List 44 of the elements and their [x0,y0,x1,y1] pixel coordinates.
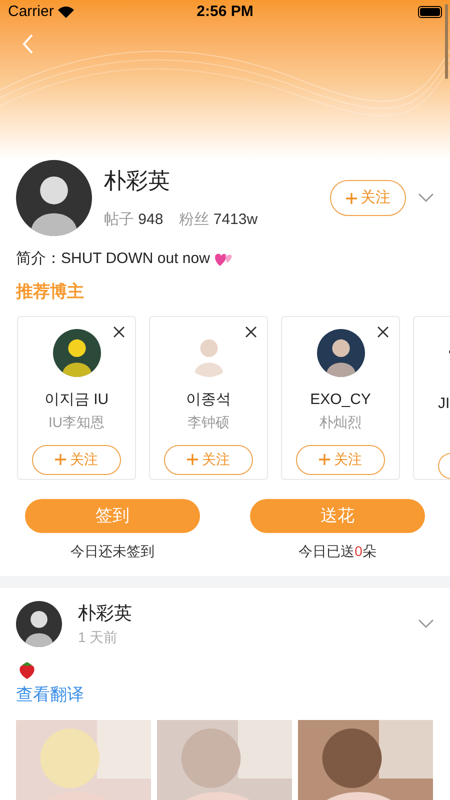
action-caption: 今日还未签到 [70,542,154,561]
chevron-down-icon[interactable] [418,618,434,630]
recommended-card[interactable]: 이종석 李钟硕 关注 [149,316,268,480]
follow-button[interactable]: 关注 [330,180,406,216]
fans-count: 粉丝 7413w [179,210,258,230]
blogger-name: 이지금 IU [44,390,109,410]
chevron-down-icon[interactable] [418,192,434,204]
battery-icon [418,6,442,18]
blogger-name: EXO_CY [310,390,371,410]
action-button[interactable]: 送花 [250,499,425,533]
plus-icon [319,454,330,465]
plus-icon [346,192,356,204]
follow-button[interactable]: 关注 [164,444,253,474]
close-icon[interactable] [377,326,389,338]
follow-button[interactable]: 关注 [32,444,121,474]
blogger-subname: 朴灿烈 [320,412,362,432]
hearts-icon [214,251,234,268]
plus-icon [55,454,66,465]
translate-link[interactable]: 查看翻译 [0,682,450,708]
close-icon[interactable] [245,326,257,338]
section-title: 推荐博主 [14,280,85,302]
follow-button[interactable]: 关注 [296,444,385,474]
post-time: 1 天前 [78,628,119,647]
plus-icon [187,454,198,465]
blogger-subname: 李钟硕 [188,412,230,432]
bio-text: 简介：SHUT DOWN out now [16,249,210,269]
follow-button[interactable] [438,453,450,479]
wifi-icon [58,6,74,18]
recommended-card[interactable]: JI [413,316,450,480]
recommended-card[interactable]: 이지금 IU IU李知恩 关注 [17,316,136,480]
blogger-subname: IU李知恩 [48,412,104,432]
action-button[interactable]: 签到 [25,499,200,533]
posts-count: 帖子 948 [104,210,164,230]
strawberry-icon [17,660,37,680]
profile-name: 朴彩英 [104,167,171,196]
back-icon[interactable] [22,34,34,54]
clock-text: 2:56 PM [196,2,254,22]
blogger-name: JI [438,394,450,414]
recommended-card[interactable]: EXO_CY 朴灿烈 关注 [281,316,400,480]
carrier-text: Carrier [8,2,54,22]
blogger-name: 이종석 [186,390,231,410]
action-caption: 今日已送0朵 [298,542,376,561]
post-author: 朴彩英 [78,602,133,625]
close-icon[interactable] [113,326,125,338]
